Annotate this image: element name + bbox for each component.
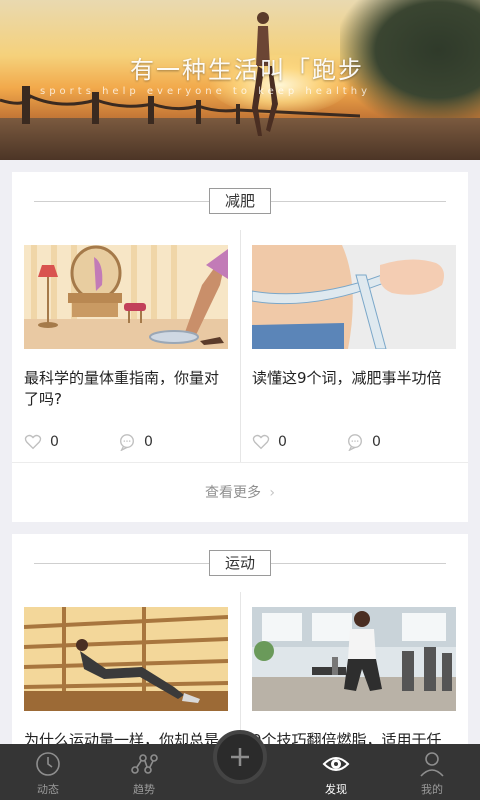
banner-title: 有一种生活叫「跑步 — [130, 56, 364, 84]
article-thumbnail[interactable] — [252, 607, 456, 711]
add-button[interactable] — [213, 730, 267, 784]
like-button[interactable]: 0 — [24, 430, 59, 454]
like-count: 0 — [50, 434, 59, 450]
tab-label: 我的 — [421, 783, 443, 796]
woman-stretching-photo — [24, 607, 228, 711]
see-more-button[interactable]: 查看更多 › — [12, 462, 468, 522]
like-button[interactable]: 0 — [252, 430, 287, 454]
tab-trends[interactable]: 趋势 — [104, 744, 184, 800]
clock-icon — [36, 752, 60, 776]
waist-tape-measure-photo — [252, 245, 456, 349]
eye-icon — [322, 757, 350, 771]
comment-icon — [120, 434, 134, 451]
comment-count: 0 — [372, 434, 381, 450]
tab-profile[interactable]: 我的 — [392, 744, 472, 800]
article-stats: 0 0 — [24, 430, 228, 454]
tab-label: 趋势 — [133, 783, 155, 796]
article-thumbnail[interactable] — [24, 245, 228, 349]
user-icon — [420, 752, 444, 777]
hero-banner[interactable]: 有一种生活叫「跑步 sports help everyone to keep h… — [0, 0, 480, 160]
section-label: 减肥 — [209, 188, 271, 214]
comment-icon — [348, 434, 362, 451]
section-header: 运动 — [12, 534, 468, 592]
comment-button[interactable]: 0 — [118, 430, 153, 454]
section-header: 减肥 — [12, 172, 468, 230]
see-more-label: 查看更多 — [204, 485, 261, 501]
tab-label: 发现 — [325, 783, 347, 796]
article-stats: 0 0 — [252, 430, 456, 454]
tab-discover[interactable]: 发现 — [296, 744, 376, 800]
tab-label: 动态 — [37, 783, 59, 796]
comment-count: 0 — [144, 434, 153, 450]
article-title[interactable]: 最科学的量体重指南，你量对了吗? — [24, 368, 228, 410]
like-count: 0 — [278, 434, 287, 450]
tab-feed[interactable]: 动态 — [8, 744, 88, 800]
section-label: 运动 — [209, 550, 271, 576]
man-gym-dumbbell-photo — [252, 607, 456, 711]
chevron-right-icon: › — [269, 485, 276, 501]
article-title[interactable]: 读懂这9个词，减肥事半功倍 — [252, 368, 456, 389]
woman-weighing-illustration — [24, 245, 228, 349]
article-thumbnail[interactable] — [252, 245, 456, 349]
comment-button[interactable]: 0 — [346, 430, 381, 454]
heart-icon — [24, 434, 42, 450]
section-weight-loss: 减肥 最科学的量体重指南，你量对了吗? 0 0 读懂这9个词，减肥事半功倍 0 … — [12, 172, 468, 522]
article-thumbnail[interactable] — [24, 607, 228, 711]
card-divider — [240, 230, 241, 462]
heart-icon — [252, 434, 270, 450]
trend-icon — [131, 754, 158, 774]
banner-subtitle: sports help everyone to keep healthy — [40, 86, 371, 97]
plus-icon — [231, 748, 249, 766]
